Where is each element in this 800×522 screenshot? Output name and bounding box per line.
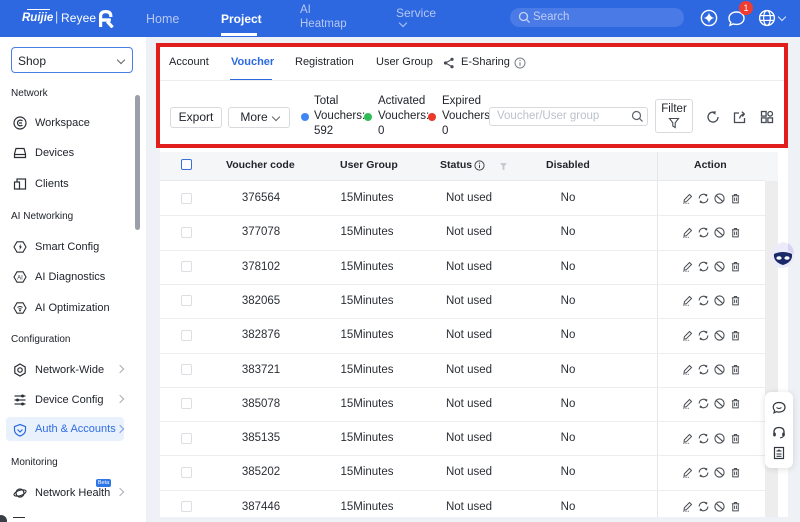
svg-text:AI: AI xyxy=(17,275,23,281)
